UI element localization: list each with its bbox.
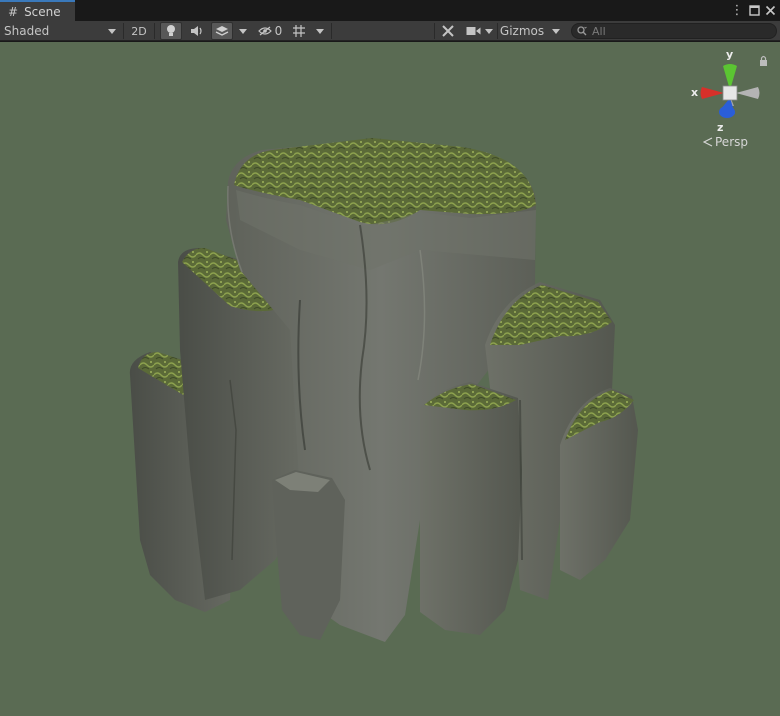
lock-icon[interactable]	[760, 55, 767, 67]
chevron-down-icon	[239, 28, 247, 34]
search-icon	[577, 26, 587, 36]
search-input[interactable]	[592, 24, 762, 38]
z-axis-label: z	[717, 121, 723, 134]
neg-x-axis-cone[interactable]	[736, 87, 760, 99]
divider	[434, 23, 435, 39]
grid-toggle-button[interactable]	[289, 22, 309, 40]
effects-toggle-button[interactable]	[211, 22, 233, 40]
gizmos-button[interactable]: Gizmos	[499, 22, 545, 40]
chevron-down-icon	[316, 28, 324, 34]
eye-slash-icon	[257, 26, 272, 36]
maximize-icon[interactable]	[746, 2, 762, 18]
tab-scene[interactable]: # Scene	[0, 0, 75, 21]
gizmos-dropdown[interactable]	[547, 22, 565, 40]
shading-mode-dropdown[interactable]: Shaded	[0, 22, 122, 40]
y-axis-label: y	[726, 48, 733, 61]
shading-mode-label: Shaded	[4, 24, 50, 38]
layers-effects-icon	[215, 26, 229, 36]
toggle-2d-button[interactable]: 2D	[127, 22, 151, 40]
perspective-chevron-icon	[703, 137, 713, 147]
divider	[154, 23, 155, 39]
speaker-icon	[191, 26, 202, 36]
chevron-down-icon	[552, 28, 560, 34]
chevron-down-icon	[484, 28, 493, 34]
tools-button[interactable]	[438, 22, 458, 40]
hidden-objects-toggle[interactable]: 0	[255, 22, 285, 40]
effects-dropdown[interactable]	[234, 22, 252, 40]
lightbulb-icon	[167, 25, 175, 36]
divider	[497, 23, 498, 39]
gizmos-label: Gizmos	[499, 24, 545, 38]
audio-toggle-button[interactable]	[186, 22, 208, 40]
more-options-icon[interactable]: ⋮	[729, 2, 745, 18]
wrench-cross-icon	[442, 25, 454, 37]
grid-snap-icon	[293, 25, 305, 37]
grid-dropdown[interactable]	[311, 22, 329, 40]
search-field[interactable]	[571, 23, 777, 39]
camera-settings-dropdown[interactable]	[462, 22, 496, 40]
projection-label: Persp	[715, 135, 748, 149]
projection-toggle[interactable]: Persp	[703, 135, 748, 149]
gizmo-center-cube[interactable]	[722, 85, 738, 101]
lighting-toggle-button[interactable]	[160, 22, 182, 40]
x-axis-label: x	[691, 86, 698, 99]
grid-hash-icon: #	[8, 4, 19, 19]
hidden-count: 0	[274, 24, 283, 38]
divider	[331, 23, 332, 39]
chevron-down-icon	[108, 28, 116, 34]
tab-scene-label: Scene	[24, 4, 61, 19]
close-icon[interactable]	[762, 2, 778, 18]
toggle-2d-label: 2D	[131, 24, 147, 38]
x-axis-cone[interactable]	[700, 87, 725, 99]
scene-viewport[interactable]: y x z Persp	[0, 42, 780, 716]
rock-model[interactable]	[0, 42, 780, 716]
camera-icon	[466, 27, 480, 35]
tab-bar: # Scene ⋮	[0, 0, 780, 21]
divider	[123, 23, 124, 39]
